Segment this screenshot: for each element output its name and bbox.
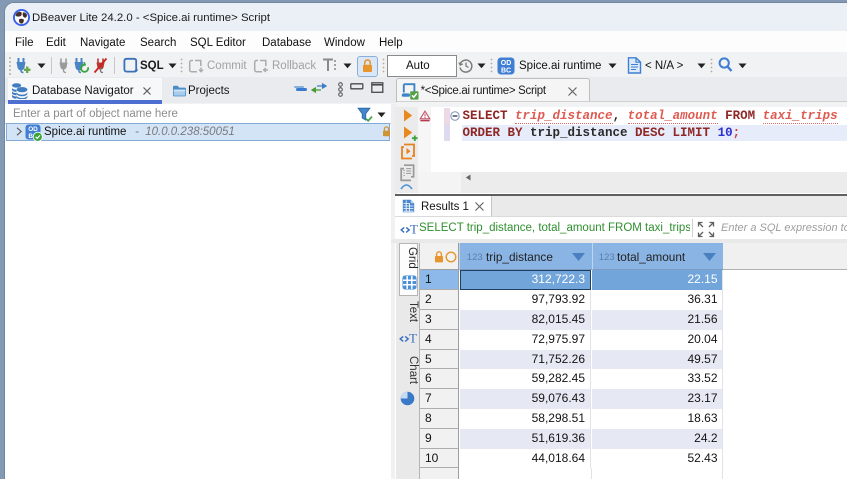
svg-text:BC: BC [501, 68, 511, 75]
svg-text:T: T [409, 331, 417, 346]
svg-text:OD: OD [501, 60, 512, 67]
svg-text:T: T [410, 222, 418, 235]
